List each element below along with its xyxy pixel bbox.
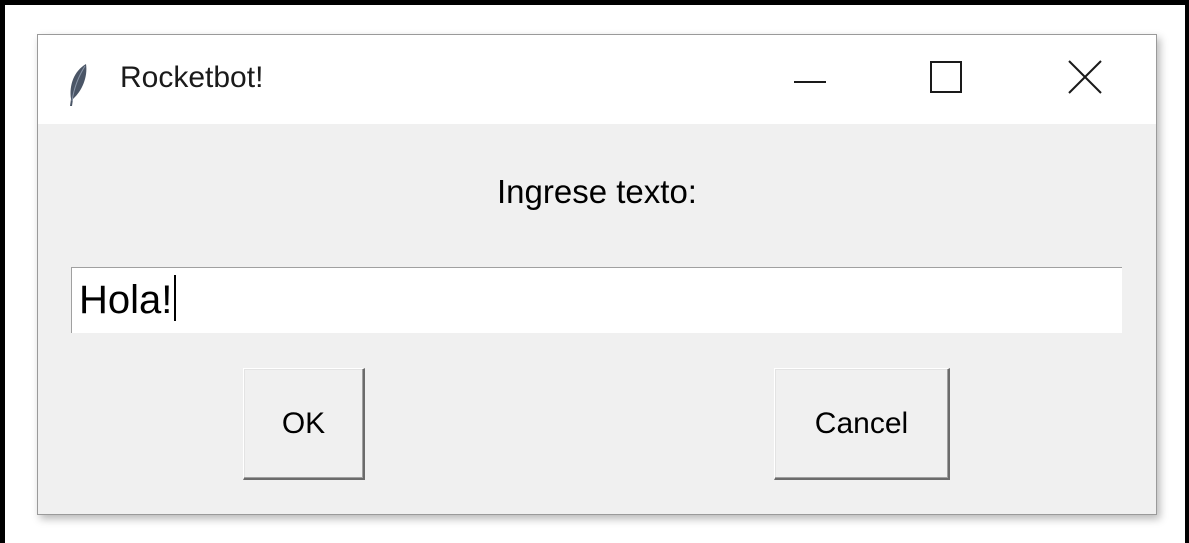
cancel-button[interactable]: Cancel bbox=[774, 368, 950, 480]
entry-value: Hola! bbox=[79, 278, 173, 322]
maximize-icon bbox=[930, 61, 962, 98]
ok-button[interactable]: OK bbox=[243, 368, 365, 480]
screen-frame-edge bbox=[1185, 0, 1189, 543]
close-icon bbox=[1068, 60, 1102, 99]
text-entry-field[interactable]: Hola! bbox=[71, 267, 1122, 333]
dialog-window: Rocketbot! Ingrese texto: Hola! OK Cance… bbox=[37, 34, 1157, 515]
maximize-button[interactable] bbox=[886, 35, 1006, 124]
minimize-icon bbox=[794, 71, 826, 89]
minimize-button[interactable] bbox=[750, 35, 870, 124]
window-title: Rocketbot! bbox=[120, 61, 264, 94]
title-bar[interactable]: Rocketbot! bbox=[38, 35, 1156, 124]
close-button[interactable] bbox=[1025, 35, 1145, 124]
text-caret bbox=[174, 275, 177, 321]
prompt-label: Ingrese texto: bbox=[497, 173, 697, 210]
feather-icon bbox=[66, 63, 90, 107]
